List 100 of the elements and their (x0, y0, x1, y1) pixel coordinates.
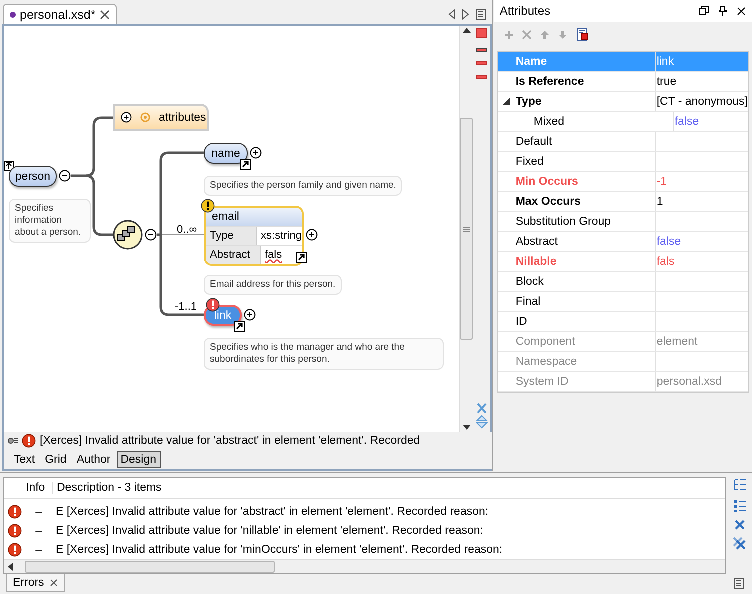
info-cell-text: – (34, 504, 44, 518)
property-value: false (674, 116, 700, 128)
next-icon[interactable] (462, 9, 470, 20)
mode-tab[interactable]: Text (10, 451, 40, 468)
scroll-left-icon[interactable] (8, 562, 13, 570)
list-icon[interactable] (476, 9, 486, 20)
property-row[interactable]: Namespace (498, 352, 748, 372)
property-label: Abstract (206, 246, 261, 264)
scroll-down-icon[interactable] (462, 425, 471, 430)
close-icon[interactable] (737, 6, 746, 16)
property-row[interactable]: Min Occurs -1 (498, 172, 748, 192)
property-row[interactable]: Block (498, 272, 748, 292)
property-row[interactable]: ID (498, 312, 748, 332)
vertical-scrollbar[interactable] (458, 26, 474, 432)
expand-icon (121, 112, 132, 123)
property-name: Max Occurs (516, 196, 582, 208)
property-row[interactable]: Type [CT - anonymous] (498, 92, 748, 112)
property-name: Block (516, 276, 544, 288)
mode-tab[interactable]: Design (116, 451, 161, 468)
property-value: personal.xsd (656, 376, 722, 388)
error-marker-icon[interactable] (476, 28, 488, 38)
close-icon[interactable] (50, 578, 58, 586)
element-label: email (206, 208, 302, 226)
pin-icon[interactable] (719, 6, 727, 16)
property-value: -1 (656, 176, 668, 188)
property-name: Component (516, 336, 576, 348)
property-row[interactable]: Fixed (498, 152, 748, 172)
property-name: Default (516, 136, 552, 148)
property-label: Type (206, 227, 258, 245)
property-row[interactable]: Component element (498, 332, 748, 352)
close-all-icon[interactable] (733, 537, 747, 551)
column-header[interactable]: Info (22, 482, 53, 494)
expand-icon[interactable] (306, 229, 318, 241)
previous-icon[interactable] (448, 9, 456, 20)
property-name: Nillable (516, 256, 557, 268)
property-row[interactable]: Final (498, 292, 748, 312)
error-marker-icon[interactable] (476, 75, 488, 79)
property-row[interactable]: Abstract false (498, 232, 748, 252)
property-value: fals (656, 256, 675, 268)
property-name: Abstract (516, 236, 558, 248)
tab-label: Errors (13, 576, 44, 588)
property-name: Final (516, 296, 541, 308)
property-value: link (656, 56, 674, 68)
close-icon[interactable] (100, 10, 110, 20)
problem-description[interactable]: E [Xerces] Invalid attribute value for 'abstract' in element 'element'. Recorded reason: (56, 506, 489, 518)
property-name: ID (516, 316, 528, 328)
property-value: fals (264, 248, 282, 263)
property-row[interactable]: Nillable fals (498, 252, 748, 272)
mode-tab[interactable]: Author (72, 451, 115, 468)
horizontal-scrollbar[interactable] (4, 559, 725, 573)
column-header[interactable]: Description - 3 items (53, 482, 217, 494)
property-row[interactable]: Default (498, 132, 748, 152)
info-cell-text: – (34, 524, 44, 538)
element-node[interactable]: person (9, 166, 57, 187)
property-value: 1 (656, 196, 664, 208)
occurrence-label: -1..1 (175, 301, 198, 313)
property-name: Is Reference (516, 76, 584, 88)
grip-icon[interactable] (463, 226, 470, 232)
property-name: System ID (516, 376, 569, 388)
property-row[interactable]: System ID personal.xsd (498, 372, 748, 392)
error-icon (8, 542, 22, 556)
link-arrow-icon[interactable] (296, 252, 307, 263)
document-icon[interactable] (576, 28, 590, 42)
property-row[interactable]: Is Reference true (498, 72, 748, 92)
status-message: [Xerces] Invalid attribute value for 'abstract' in element 'element'. Recorded (40, 435, 420, 447)
property-value: true (656, 76, 677, 88)
link-arrow-icon[interactable] (240, 159, 251, 170)
expand-icon[interactable] (250, 147, 262, 159)
problem-description[interactable]: E [Xerces] Invalid attribute value for 'minOccurs' in element 'element'. Recorded reason: (56, 544, 503, 556)
element-node[interactable]: name (204, 143, 248, 164)
sequence-icon[interactable] (113, 220, 143, 250)
error-marker-icon[interactable] (476, 61, 488, 65)
property-value: false (656, 236, 682, 248)
expand-triangle-icon[interactable] (502, 98, 510, 105)
property-name: Min Occurs (516, 176, 578, 188)
info-cell-text: – (34, 542, 44, 556)
link-arrow-icon[interactable] (234, 321, 245, 332)
expand-icon[interactable] (244, 309, 256, 321)
element-node[interactable]: email Type xs:string Abstract fals (204, 206, 304, 266)
mode-tab[interactable]: Grid (41, 451, 71, 468)
occurrence-label: 0..∞ (177, 224, 198, 236)
error-marker-icon[interactable] (476, 48, 488, 52)
property-row[interactable]: Mixed false (498, 112, 748, 132)
panel-title: Attributes (500, 4, 551, 18)
scroll-up-icon[interactable] (462, 28, 471, 33)
property-name: Namespace (516, 356, 578, 368)
editor-tab[interactable]: personal.xsd* (3, 4, 117, 24)
errors-tab[interactable]: Errors (6, 574, 66, 592)
collapse-icon[interactable] (59, 170, 71, 182)
attributes-node[interactable]: attributes (113, 104, 209, 131)
list-view-icon[interactable] (733, 499, 747, 513)
restore-icon[interactable] (699, 6, 709, 16)
property-row[interactable]: Substitution Group (498, 212, 748, 232)
problem-description[interactable]: E [Xerces] Invalid attribute value for 'nillable' in element 'element'. Recorded reason: (56, 524, 484, 536)
property-row[interactable]: Max Occurs 1 (498, 192, 748, 212)
collapse-icon[interactable] (145, 229, 157, 241)
settings-icon (8, 437, 18, 445)
menu-icon[interactable] (734, 578, 744, 589)
tree-view-icon[interactable] (733, 479, 747, 493)
collapse-up-icon[interactable] (4, 161, 14, 171)
